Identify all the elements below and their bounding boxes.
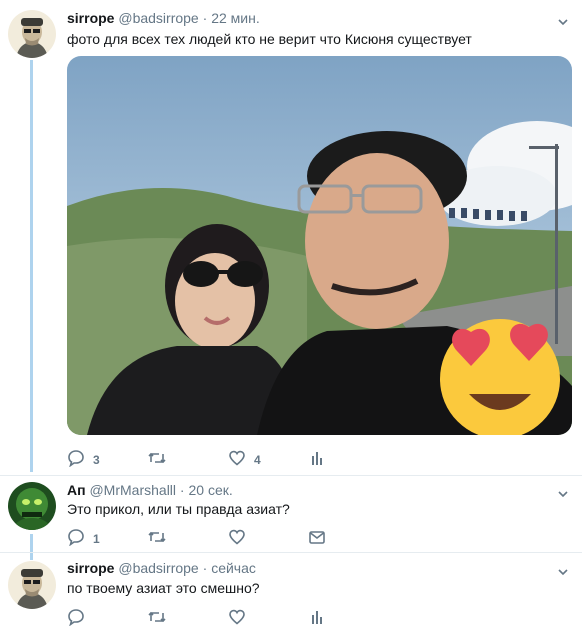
reply-button[interactable]: 3 <box>67 449 100 472</box>
reply-count: 3 <box>93 453 100 467</box>
tweet-3[interactable]: sirrope @badsirrope · сейчас по твоему а… <box>0 553 582 633</box>
like-button[interactable]: 4 <box>228 450 261 470</box>
author-name[interactable]: sirrope <box>67 560 114 576</box>
chevron-down-icon[interactable] <box>558 564 568 576</box>
tweet-text: по твоему азиат это смешно? <box>67 580 260 596</box>
chevron-down-icon[interactable] <box>558 486 568 498</box>
tweet-text: Это прикол, или ты правда азиат? <box>67 501 290 517</box>
timestamp[interactable]: 22 мин. <box>211 10 260 26</box>
retweet-button[interactable] <box>147 609 175 629</box>
tweet-header: sirrope @badsirrope · 22 мин. <box>67 10 260 26</box>
tweet-photo[interactable] <box>67 56 572 435</box>
separator-dot: · <box>202 10 208 26</box>
author-handle[interactable]: @badsirrope <box>118 560 198 576</box>
retweet-icon <box>147 449 167 472</box>
avatar[interactable] <box>8 10 56 58</box>
avatar[interactable] <box>8 482 56 530</box>
tweet-header: sirrope @badsirrope · сейчас <box>67 560 256 576</box>
separator-dot: · <box>179 482 185 498</box>
tweet-2[interactable]: Ап @MrMarshalll · 20 сек. Это прикол, ил… <box>0 476 582 552</box>
message-icon <box>308 528 326 551</box>
like-icon <box>228 528 246 551</box>
analytics-icon <box>310 608 324 631</box>
analytics-icon <box>310 449 324 472</box>
analytics-button[interactable] <box>310 609 324 629</box>
retweet-button[interactable] <box>147 529 175 549</box>
like-button[interactable] <box>228 529 254 549</box>
reply-button[interactable]: 1 <box>67 528 100 551</box>
retweet-button[interactable] <box>147 450 175 470</box>
timestamp[interactable]: сейчас <box>211 560 256 576</box>
like-icon <box>228 608 246 631</box>
separator-dot: · <box>202 560 208 576</box>
analytics-button[interactable] <box>310 450 324 470</box>
reply-button[interactable] <box>67 608 93 631</box>
author-name[interactable]: sirrope <box>67 10 114 26</box>
tweet-text: фото для всех тех людей кто не верит что… <box>67 31 472 47</box>
reply-icon <box>67 528 85 551</box>
like-count: 4 <box>254 453 261 467</box>
like-button[interactable] <box>228 609 254 629</box>
author-handle[interactable]: @badsirrope <box>118 10 198 26</box>
reply-icon <box>67 608 85 631</box>
message-button[interactable] <box>308 529 326 549</box>
retweet-icon <box>147 608 167 631</box>
reply-icon <box>67 449 85 472</box>
tweet-header: Ап @MrMarshalll · 20 сек. <box>67 482 233 498</box>
author-handle[interactable]: @MrMarshalll <box>89 482 176 498</box>
author-name[interactable]: Ап <box>67 482 86 498</box>
tweet-1[interactable]: sirrope @badsirrope · 22 мин. фото для в… <box>0 0 582 475</box>
chevron-down-icon[interactable] <box>558 14 568 26</box>
avatar[interactable] <box>8 561 56 609</box>
retweet-icon <box>147 528 167 551</box>
timestamp[interactable]: 20 сек. <box>188 482 232 498</box>
reply-count: 1 <box>93 532 100 546</box>
like-icon <box>228 449 246 472</box>
